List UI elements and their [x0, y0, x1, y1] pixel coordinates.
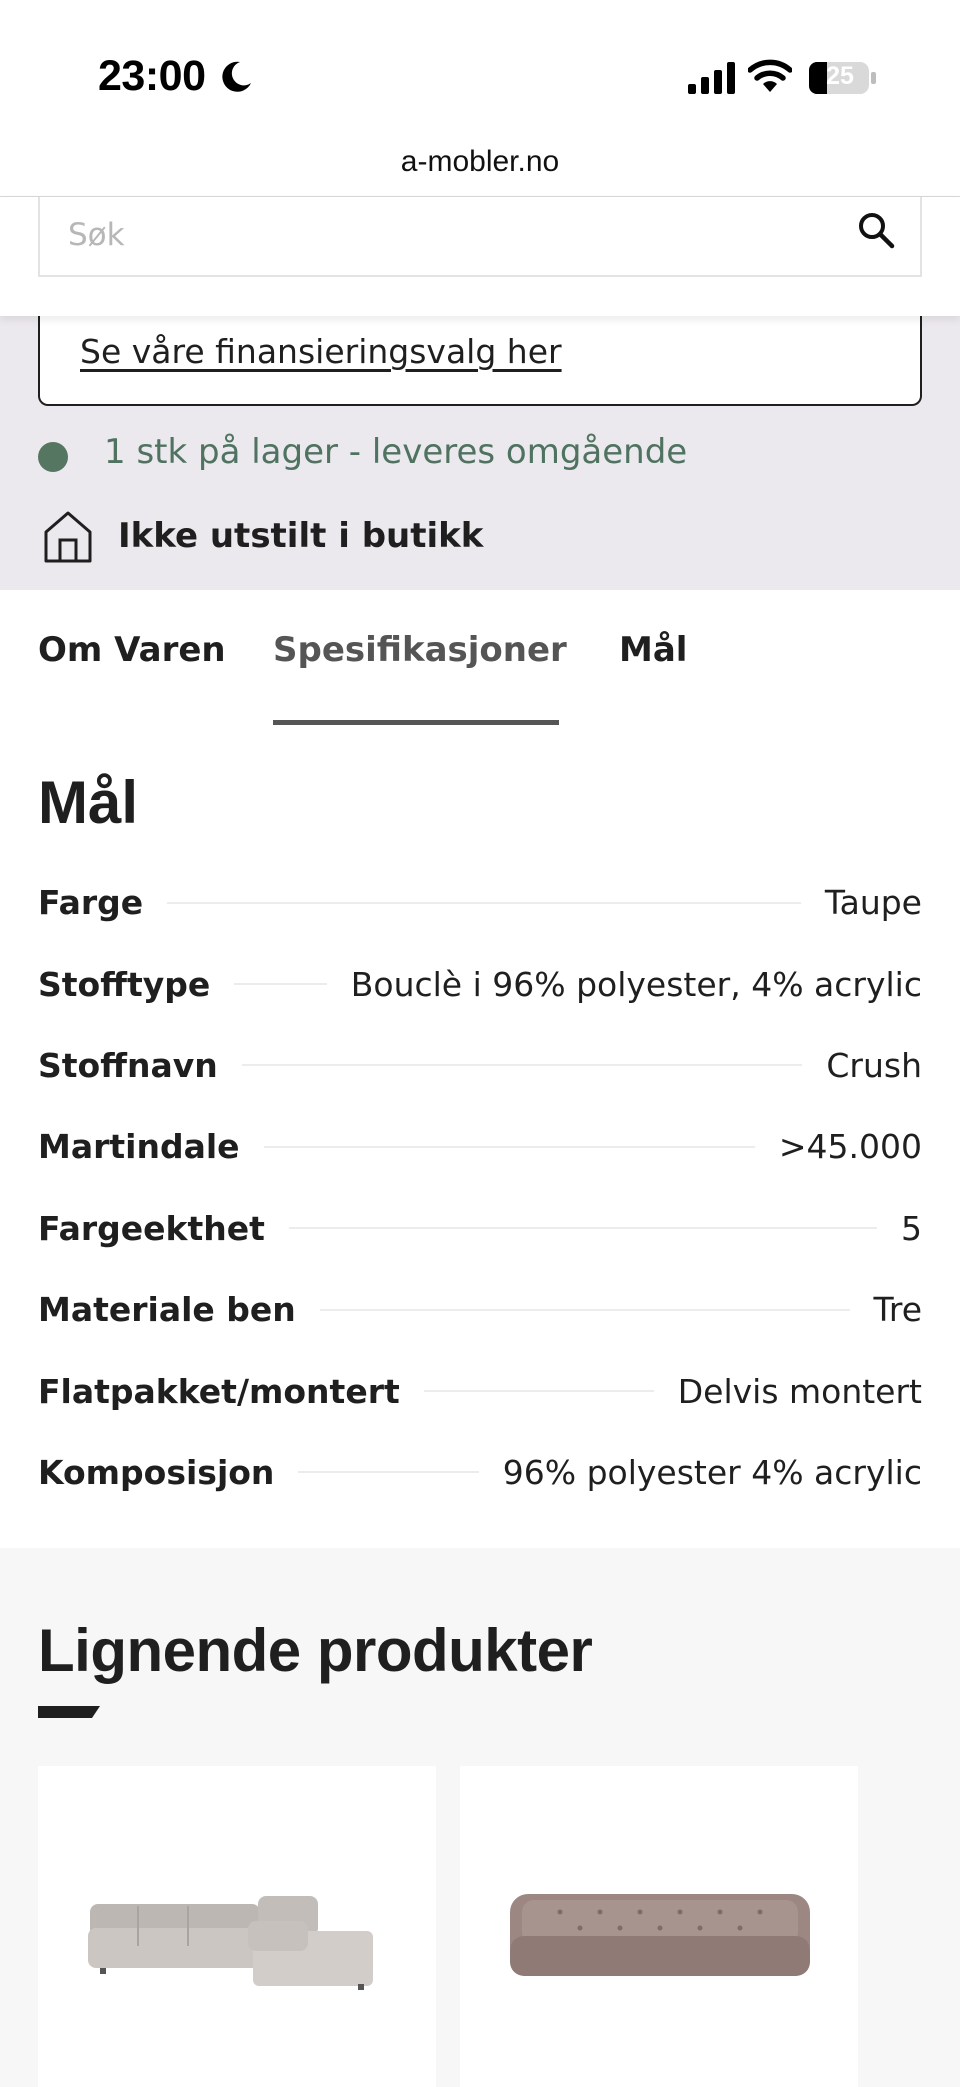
similar-products-title: Lignende produkter — [38, 1617, 593, 1684]
active-tab-indicator — [273, 720, 559, 725]
spec-divider — [288, 1227, 877, 1230]
financing-link[interactable]: Se våre finansieringsvalg her — [80, 332, 562, 371]
spec-row: Komposisjon 96% polyester 4% acrylic — [38, 1432, 922, 1513]
spec-label: Stofftype — [38, 964, 211, 1004]
spec-row: Stofftype Bouclè i 96% polyester, 4% acr… — [38, 943, 922, 1024]
spec-value: Delvis montert — [677, 1371, 922, 1411]
spec-label: Materiale ben — [38, 1290, 296, 1330]
stock-status-dot — [38, 442, 68, 472]
product-card[interactable] — [460, 1766, 858, 2087]
status-bar: 23:00 25 a-mobler.no — [0, 0, 960, 178]
specs-list: Farge Taupe Stofftype Bouclè i 96% polye… — [38, 862, 922, 1513]
spec-row: Stoffnavn Crush — [38, 1025, 922, 1106]
title-accent-bar — [38, 1706, 100, 1718]
spec-value: Bouclè i 96% polyester, 4% acrylic — [350, 964, 922, 1004]
similar-products-section: Lignende produkter — [0, 1548, 960, 2087]
tab-om-varen[interactable]: Om Varen — [38, 630, 226, 670]
spec-divider — [234, 983, 327, 986]
product-card[interactable] — [38, 1766, 436, 2087]
moon-icon — [222, 61, 251, 92]
tab-mal[interactable]: Mål — [619, 630, 687, 670]
spec-label: Komposisjon — [38, 1452, 275, 1492]
spec-value: Tre — [873, 1290, 922, 1330]
spec-label: Fargeekthet — [38, 1208, 265, 1248]
spec-divider — [298, 1471, 479, 1474]
browser-url[interactable]: a-mobler.no — [0, 145, 960, 179]
store-display-status: Ikke utstilt i butikk — [118, 516, 484, 556]
spec-divider — [167, 901, 801, 904]
availability-panel: Se våre finansieringsvalg her 1 stk på l… — [0, 316, 960, 590]
spec-row: Flatpakket/montert Delvis montert — [38, 1350, 922, 1431]
corner-sofa-image — [88, 1896, 373, 1990]
search-icon[interactable] — [856, 210, 896, 250]
spec-value: 96% polyester 4% acrylic — [502, 1452, 922, 1492]
spec-label: Martindale — [38, 1127, 240, 1167]
cellular-signal-icon — [688, 62, 735, 94]
spec-label: Flatpakket/montert — [38, 1371, 400, 1411]
spec-row: Materiale ben Tre — [38, 1269, 922, 1350]
spec-divider — [241, 1064, 803, 1067]
search-input[interactable] — [68, 205, 828, 265]
spec-divider — [319, 1308, 850, 1311]
tab-spesifikasjoner[interactable]: Spesifikasjoner — [273, 630, 567, 670]
spec-value: Crush — [826, 1045, 922, 1085]
spec-divider — [263, 1145, 755, 1148]
spec-divider — [423, 1390, 654, 1393]
battery-level: 25 — [826, 62, 854, 90]
wifi-icon — [748, 59, 792, 92]
financing-box: Se våre finansieringsvalg her — [38, 316, 922, 406]
spec-value: >45.000 — [778, 1127, 922, 1167]
store-icon — [44, 511, 92, 563]
product-tabs: Om Varen Spesifikasjoner Mål — [0, 590, 960, 730]
spec-row: Farge Taupe — [38, 862, 922, 943]
spec-row: Fargeekthet 5 — [38, 1188, 922, 1269]
status-time: 23:00 — [98, 52, 206, 100]
specs-title: Mål — [38, 769, 139, 836]
search-header — [0, 196, 960, 316]
spec-label: Stoffnavn — [38, 1045, 218, 1085]
page: 23:00 25 a-mobler.no Se våre finansierin… — [0, 0, 960, 2087]
stock-status-text: 1 stk på lager - leveres omgående — [104, 432, 688, 472]
tufted-sofa-image — [510, 1894, 810, 1976]
spec-row: Martindale >45.000 — [38, 1106, 922, 1187]
search-box — [38, 197, 922, 277]
spec-label: Farge — [38, 883, 144, 923]
spec-value: 5 — [901, 1208, 922, 1248]
spec-value: Taupe — [824, 883, 922, 923]
